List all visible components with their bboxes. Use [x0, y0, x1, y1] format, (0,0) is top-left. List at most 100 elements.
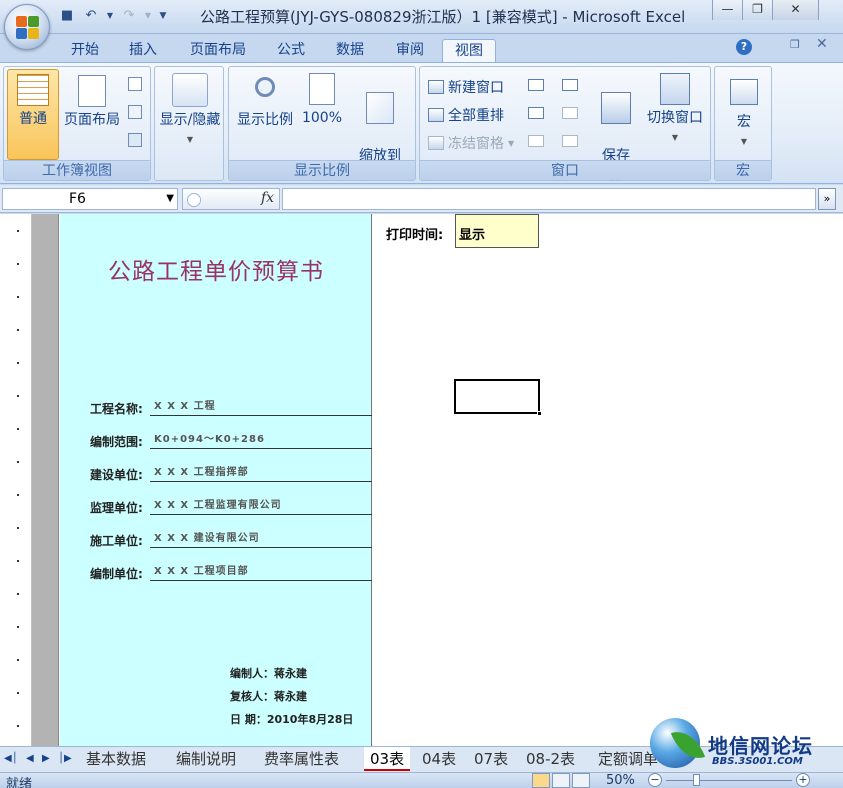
sheet-tab-04[interactable]: 04表 — [416, 747, 462, 771]
field-compiler-unit: 编制单位: X X X 工程项目部 — [90, 563, 372, 583]
office-logo-icon — [16, 16, 40, 40]
sheet-tab-03[interactable]: 03表 — [364, 747, 411, 771]
tab-page-layout[interactable]: 页面布局 — [180, 39, 256, 62]
print-time-cell[interactable]: 显示 — [455, 214, 539, 248]
field-supervisor: 监理单位: X X X 工程监理有限公司 — [90, 497, 372, 517]
zoom-100-button[interactable]: 100% — [299, 73, 345, 158]
status-ready: 就绪 — [6, 777, 33, 788]
insert-function-icon[interactable]: fx — [261, 190, 274, 206]
next-sheet-icon[interactable]: ▶ — [42, 753, 50, 764]
minimize-button[interactable]: — — [713, 0, 743, 20]
cover-page: 公路工程单价预算书 工程名称: X X X 工程 编制范围: K0+094～K0… — [60, 214, 372, 746]
row-marker — [17, 593, 19, 595]
row-marker — [17, 461, 19, 463]
show-hide-button[interactable]: 显示/隐藏 ▼ — [157, 73, 223, 158]
zoom-level[interactable]: 50% — [606, 773, 635, 788]
sheet-tab-07[interactable]: 07表 — [468, 747, 514, 771]
custom-views-icon[interactable] — [128, 105, 142, 119]
dropdown-arrow-icon: ▼ — [740, 137, 748, 146]
sheet-tab-rates[interactable]: 费率属性表 — [258, 747, 345, 771]
resize-handle-icon[interactable] — [187, 193, 201, 207]
page-layout-view-button[interactable]: 页面布局 — [60, 69, 124, 160]
last-sheet-icon[interactable]: │▶ — [58, 753, 72, 764]
undo-dropdown-icon[interactable]: ▼ — [106, 7, 114, 25]
switch-windows-button[interactable]: 切换窗口 ▼ — [642, 73, 708, 158]
split-icon[interactable] — [528, 79, 544, 91]
worksheet[interactable]: 公路工程单价预算书 工程名称: X X X 工程 编制范围: K0+094～K0… — [0, 214, 843, 746]
row-marker — [17, 527, 19, 529]
dropdown-arrow-icon: ▼ — [671, 133, 679, 142]
page-layout-status-icon[interactable] — [552, 773, 570, 788]
normal-view-status-icon[interactable] — [532, 773, 550, 788]
zoom-slider-track[interactable] — [666, 780, 792, 781]
view-side-by-side-icon[interactable] — [562, 79, 578, 91]
sheet-tab-notes[interactable]: 编制说明 — [170, 747, 242, 771]
row-marker — [17, 725, 19, 727]
page-break-status-icon[interactable] — [572, 773, 590, 788]
show-hide-icon — [172, 73, 208, 107]
redo-dropdown-icon[interactable]: ▼ — [144, 7, 152, 25]
tab-insert[interactable]: 插入 — [120, 39, 166, 62]
row-marker — [17, 560, 19, 562]
arrange-all-button[interactable]: 全部重排 — [428, 105, 504, 125]
restore-workbook-icon[interactable]: ❐ — [790, 38, 800, 51]
tab-view[interactable]: 视图 — [442, 39, 496, 62]
formula-input[interactable] — [282, 188, 816, 210]
tab-formulas[interactable]: 公式 — [268, 39, 314, 62]
group-label-zoom: 显示比例 — [229, 160, 415, 180]
tab-home[interactable]: 开始 — [62, 39, 108, 62]
save-icon[interactable]: ■ — [58, 7, 76, 25]
synchronous-scrolling-icon[interactable] — [562, 107, 578, 119]
close-button[interactable]: ✕ — [773, 0, 818, 20]
first-sheet-icon[interactable]: ◀│ — [4, 753, 18, 764]
field-contractor: 施工单位: X X X 建设有限公司 — [90, 530, 372, 550]
print-time-label: 打印时间: — [386, 228, 444, 243]
watermark-name: 地信网论坛 — [708, 734, 813, 758]
watermark-url: BBS.3S001.COM — [712, 756, 803, 767]
sheet-margin — [32, 214, 59, 746]
redo-icon[interactable]: ↷ — [120, 7, 138, 25]
formula-controls: fx — [182, 188, 280, 210]
normal-view-button[interactable]: 普通 — [7, 69, 59, 160]
zoom-out-icon[interactable]: − — [648, 773, 662, 787]
customize-qat-icon[interactable]: ▼ — [158, 7, 168, 25]
tab-data[interactable]: 数据 — [326, 39, 374, 62]
full-screen-icon[interactable] — [128, 133, 142, 147]
help-icon[interactable]: ? — [736, 39, 752, 55]
zoom-slider-thumb[interactable] — [693, 774, 700, 786]
name-box[interactable]: F6 ▼ — [2, 188, 178, 210]
zoom-button[interactable]: 显示比例 — [233, 73, 297, 158]
switch-windows-icon — [660, 73, 690, 105]
close-workbook-icon[interactable]: ✕ — [816, 36, 828, 52]
tab-review[interactable]: 审阅 — [386, 39, 434, 62]
restore-button[interactable]: ❐ — [743, 0, 773, 20]
name-box-dropdown-icon[interactable]: ▼ — [166, 189, 174, 209]
office-button[interactable] — [4, 4, 50, 50]
page-break-preview-icon[interactable] — [128, 77, 142, 91]
undo-icon[interactable]: ↶ — [82, 7, 100, 25]
group-label-workbook-views: 工作簿视图 — [4, 160, 150, 180]
unhide-window-icon[interactable] — [528, 135, 544, 147]
hide-window-icon[interactable] — [528, 107, 544, 119]
row-marker — [17, 428, 19, 430]
group-show-hide: 显示/隐藏 ▼ — [154, 66, 224, 181]
new-window-button[interactable]: 新建窗口 — [428, 77, 504, 97]
normal-view-icon — [17, 74, 49, 106]
zoom-in-icon[interactable]: + — [796, 773, 810, 787]
zoom-to-selection-button[interactable]: 缩放到 选定区域 — [347, 73, 413, 183]
fill-handle[interactable] — [537, 411, 542, 416]
macros-button[interactable]: 宏 ▼ — [717, 73, 771, 158]
save-workspace-button[interactable]: 保存 工作区 — [590, 73, 642, 183]
sheet-tab-basic-data[interactable]: 基本数据 — [80, 747, 152, 771]
dropdown-arrow-icon: ▼ — [508, 138, 515, 148]
reset-window-position-icon[interactable] — [562, 135, 578, 147]
zoom-100-icon — [309, 73, 335, 105]
freeze-panes-button[interactable]: 冻结窗格 ▼ — [428, 133, 514, 153]
selected-cell[interactable] — [454, 379, 542, 416]
row-marker — [17, 494, 19, 496]
prev-sheet-icon[interactable]: ◀ — [26, 753, 34, 764]
expand-formula-bar-icon[interactable]: » — [818, 188, 836, 210]
sheet-tab-08-2[interactable]: 08-2表 — [520, 747, 581, 771]
group-label-window: 窗口 — [420, 160, 710, 180]
group-label-macros: 宏 — [715, 160, 771, 180]
